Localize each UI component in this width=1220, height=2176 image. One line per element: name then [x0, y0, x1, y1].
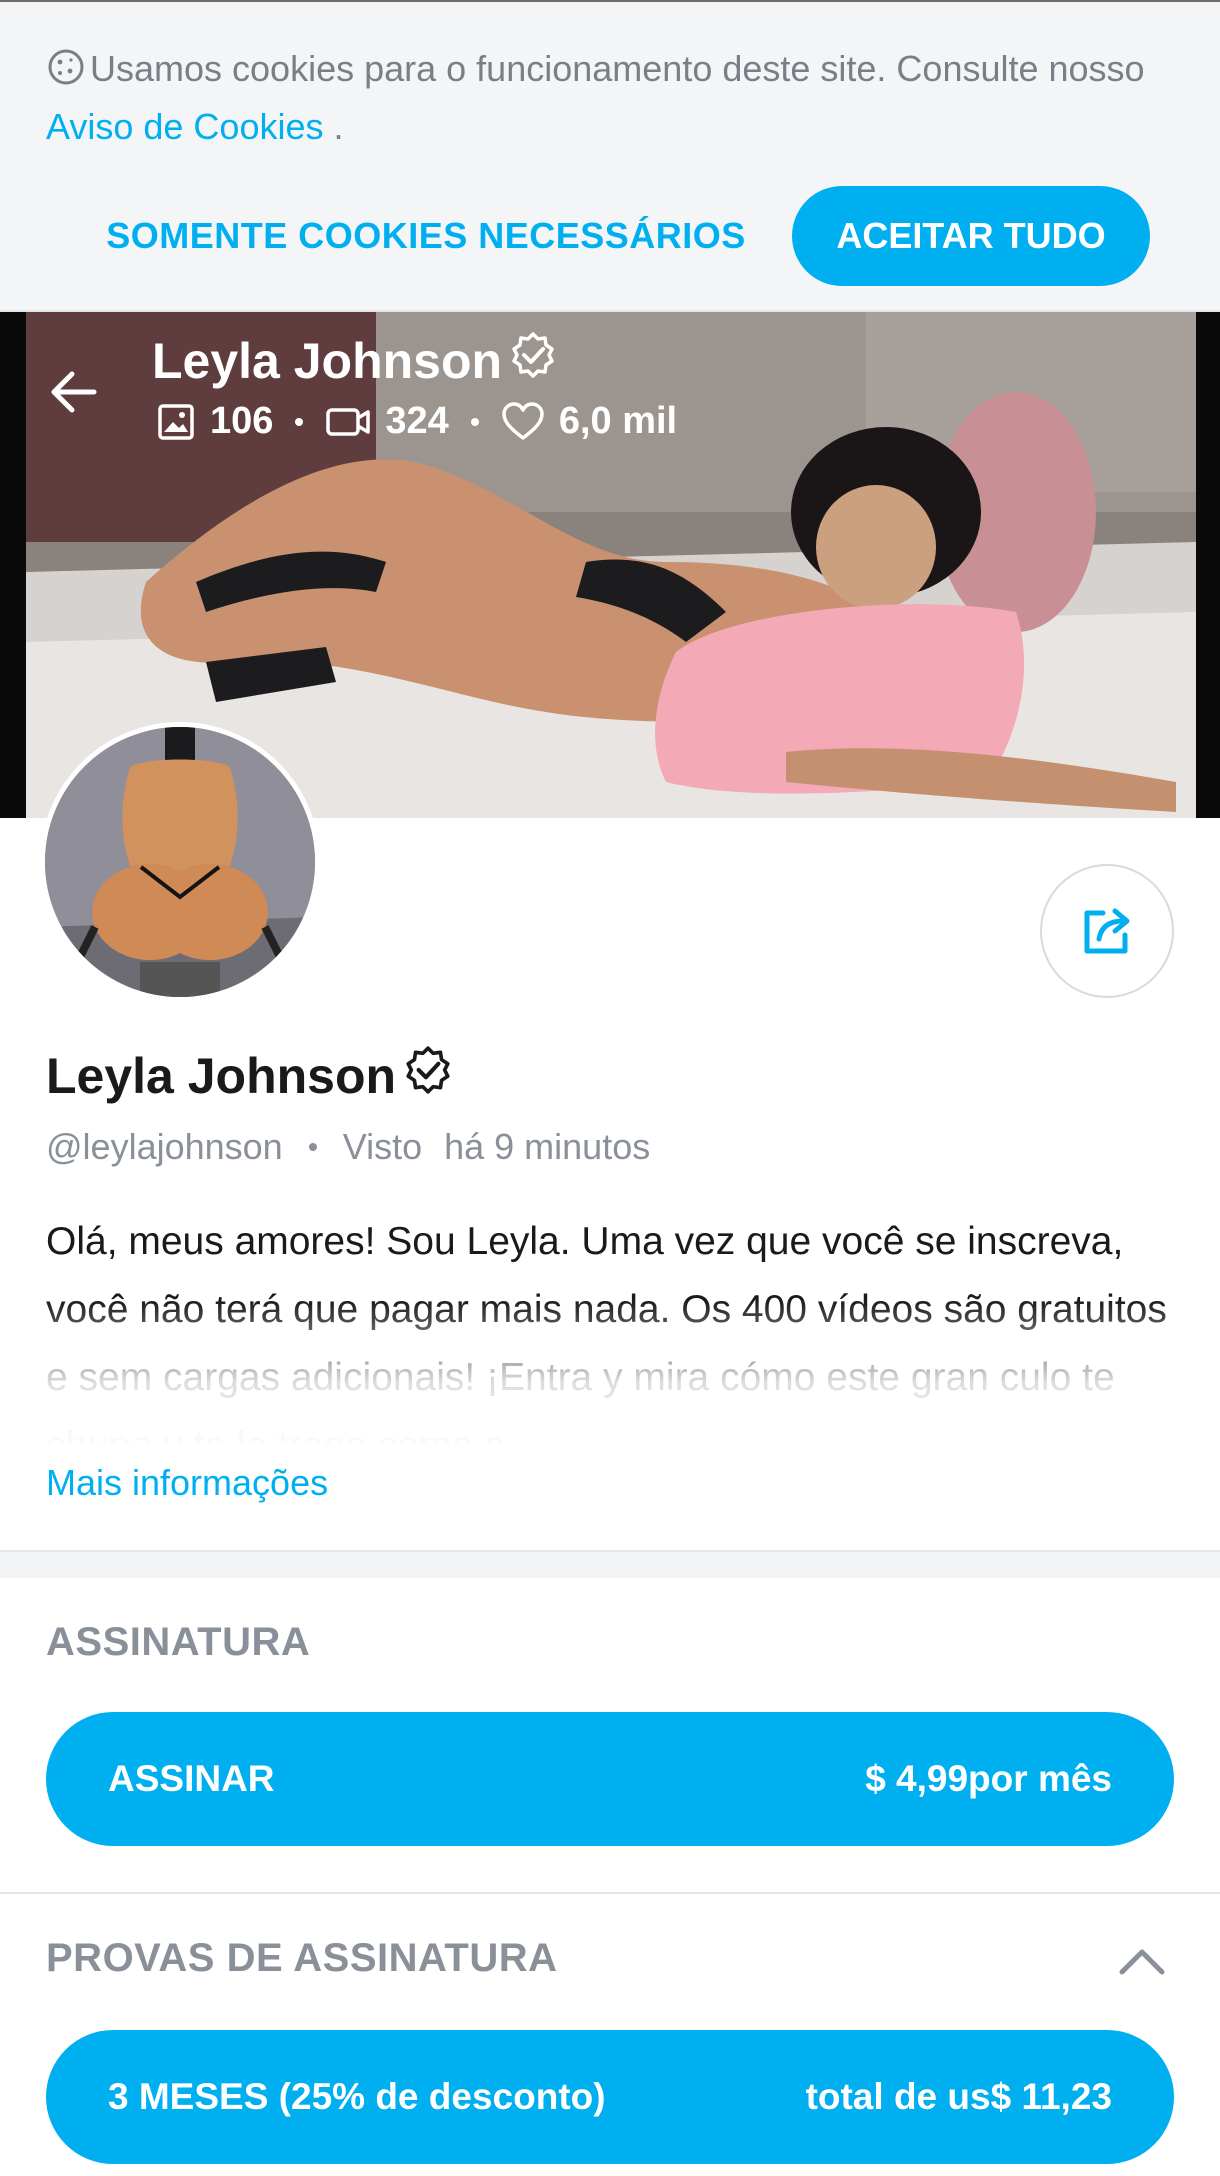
subscribe-label: ASSINAR	[108, 1758, 275, 1799]
heart-icon	[502, 401, 544, 440]
profile-name-text: Leyla Johnson	[46, 1048, 397, 1104]
bio-fade-overlay	[0, 1300, 1220, 1450]
cookie-policy-link[interactable]: Aviso de Cookies	[46, 106, 324, 147]
more-info-link[interactable]: Mais informações	[46, 1462, 328, 1504]
image-icon	[158, 403, 194, 440]
stat-separator	[295, 417, 304, 426]
cookie-text-suffix: .	[333, 106, 344, 147]
likes-stat: 6,0 mil	[501, 400, 677, 443]
verified-badge-icon	[508, 330, 558, 392]
share-button[interactable]	[1040, 864, 1174, 998]
avatar[interactable]	[40, 722, 320, 1002]
chevron-up-icon[interactable]	[1116, 1940, 1168, 1980]
cookie-icon	[46, 46, 86, 86]
share-icon	[1084, 908, 1130, 954]
bundle-3-months-button[interactable]: 3 MESES (25% de desconto) total de us$ 1…	[46, 2030, 1174, 2164]
subscription-title: ASSINATURA	[46, 1620, 311, 1664]
verified-badge-icon	[402, 1044, 454, 1108]
cookie-text-prefix: Usamos cookies para o funcionamento dest…	[90, 48, 1145, 89]
accept-all-cookies-button[interactable]: ACEITAR TUDO	[792, 186, 1150, 286]
profile-name: Leyla Johnson	[46, 1044, 454, 1108]
last-seen-label: Visto	[342, 1126, 423, 1167]
video-icon	[326, 407, 371, 436]
profile-meta: @leylajohnson Visto há 9 minutos	[46, 1126, 650, 1168]
cover-name-text: Leyla Johnson	[152, 333, 503, 389]
cover-stats: 106 324 6,0 mil	[156, 400, 677, 443]
videos-count: 324	[385, 400, 449, 442]
photos-count: 106	[210, 400, 274, 442]
subscribe-button[interactable]: ASSINAR $ 4,99por mês	[46, 1712, 1174, 1846]
section-divider	[0, 1550, 1220, 1578]
last-seen-time: há 9 minutos	[444, 1126, 651, 1167]
stat-separator	[470, 417, 479, 426]
bundles-title: PROVAS DE ASSINATURA	[46, 1936, 558, 1980]
videos-stat: 324	[325, 400, 449, 443]
cover-profile-name: Leyla Johnson	[152, 330, 558, 392]
cookie-banner: Usamos cookies para o funcionamento dest…	[0, 0, 1220, 312]
meta-separator	[308, 1143, 317, 1151]
photos-stat: 106	[156, 400, 273, 443]
subscribe-price: $ 4,99por mês	[865, 1758, 1112, 1799]
bundle-total: total de us$ 11,23	[805, 2076, 1112, 2117]
section-divider	[0, 1892, 1220, 1894]
bundle-label: 3 MESES (25% de desconto)	[108, 2076, 606, 2117]
username: @leylajohnson	[46, 1126, 283, 1167]
back-arrow-icon[interactable]	[44, 362, 104, 422]
cookie-notice-text: Usamos cookies para o funcionamento dest…	[46, 40, 1176, 156]
necessary-cookies-button[interactable]: SOMENTE COOKIES NECESSÁRIOS	[96, 186, 756, 286]
likes-count: 6,0 mil	[558, 400, 678, 442]
